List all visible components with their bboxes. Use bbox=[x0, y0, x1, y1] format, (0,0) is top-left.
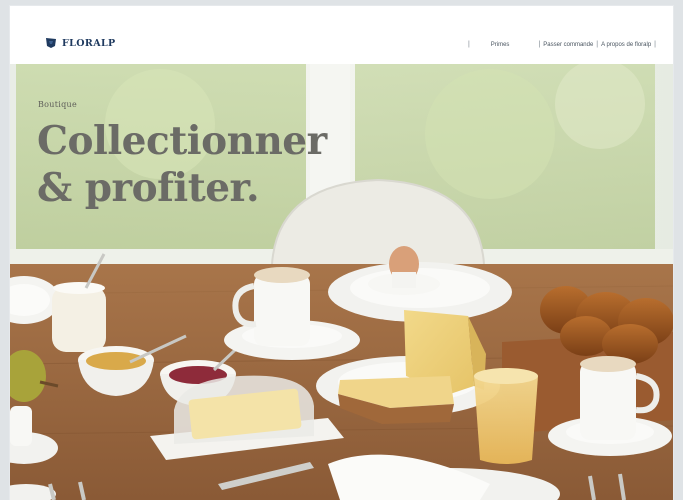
top-nav: | Primes | Passer commande | A propos de… bbox=[465, 41, 659, 48]
browser-page: FLORALP | Primes | Passer commande | A p… bbox=[10, 6, 673, 500]
hero-banner: Boutique Collectionner & profiter. bbox=[10, 64, 673, 500]
brand-logo[interactable]: FLORALP bbox=[44, 37, 116, 49]
hero-kicker: Boutique bbox=[38, 100, 78, 109]
nav-separator: | bbox=[596, 41, 599, 48]
site-header: FLORALP | Primes | Passer commande | A p… bbox=[10, 6, 673, 64]
hero-headline-line-1: Collectionner bbox=[37, 118, 327, 164]
nav-separator: | bbox=[538, 41, 541, 48]
nav-separator: | bbox=[467, 41, 470, 48]
floralp-flag-icon bbox=[46, 38, 56, 48]
nav-separator: | bbox=[654, 41, 656, 48]
nav-item-primes[interactable]: Primes bbox=[491, 42, 510, 48]
hero-headline-line-2: & profiter. bbox=[37, 165, 260, 211]
hero-headline: Collectionner & profiter. bbox=[37, 118, 327, 212]
brand-name: FLORALP bbox=[62, 37, 116, 49]
nav-item-passer-commande[interactable]: Passer commande bbox=[543, 42, 593, 48]
nav-item-a-propos[interactable]: A propos de floralp bbox=[601, 42, 651, 48]
